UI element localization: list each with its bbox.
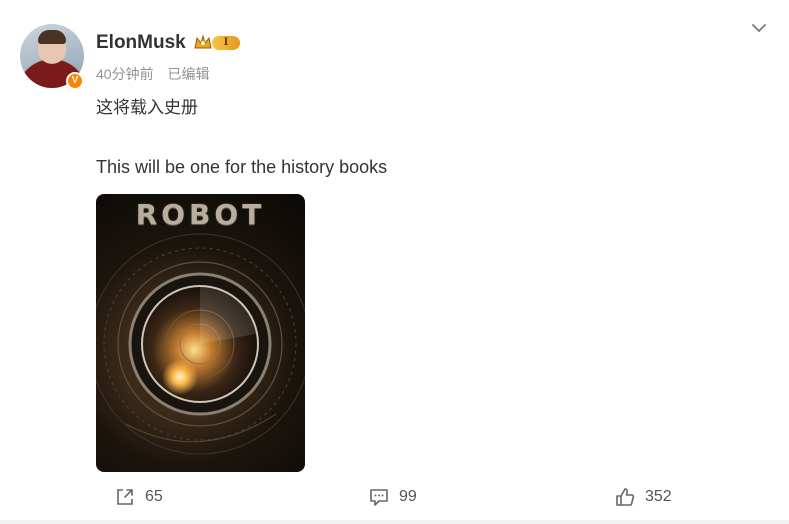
divider xyxy=(0,520,789,524)
share-icon xyxy=(117,489,133,505)
crown-icon xyxy=(194,34,212,49)
thumbs-up-icon xyxy=(616,488,635,506)
post-text-zh: 这将载入史册 xyxy=(96,98,198,117)
like-button[interactable]: 352 xyxy=(614,486,672,508)
author-name[interactable]: ElonMusk xyxy=(96,32,186,54)
verified-badge: V xyxy=(66,72,84,90)
post-time[interactable]: 40分钟前 xyxy=(96,66,154,82)
chevron-down-icon[interactable] xyxy=(751,20,767,36)
image-title: ROBOT xyxy=(135,198,266,231)
camera-lens-poster xyxy=(96,233,305,455)
avatar-hair xyxy=(38,30,66,44)
vip-level-badge: I xyxy=(212,36,240,50)
post-image[interactable]: ROBOT xyxy=(96,194,305,472)
post-meta: 40分钟前 已编辑 xyxy=(96,64,219,84)
repost-count: 65 xyxy=(145,488,163,505)
repost-button[interactable]: 65 xyxy=(114,486,163,508)
like-count: 352 xyxy=(645,488,672,505)
comment-button[interactable]: 99 xyxy=(368,486,417,508)
comment-count: 99 xyxy=(399,488,417,505)
post-text-en: This will be one for the history books xyxy=(96,157,388,177)
comment-icon xyxy=(370,489,388,506)
edited-label[interactable]: 已编辑 xyxy=(167,66,209,82)
weibo-post-card: V ElonMusk I 40分钟前 已编辑 这将载入史册 This will … xyxy=(0,0,789,524)
action-bar: 65 99 352 xyxy=(0,478,789,516)
